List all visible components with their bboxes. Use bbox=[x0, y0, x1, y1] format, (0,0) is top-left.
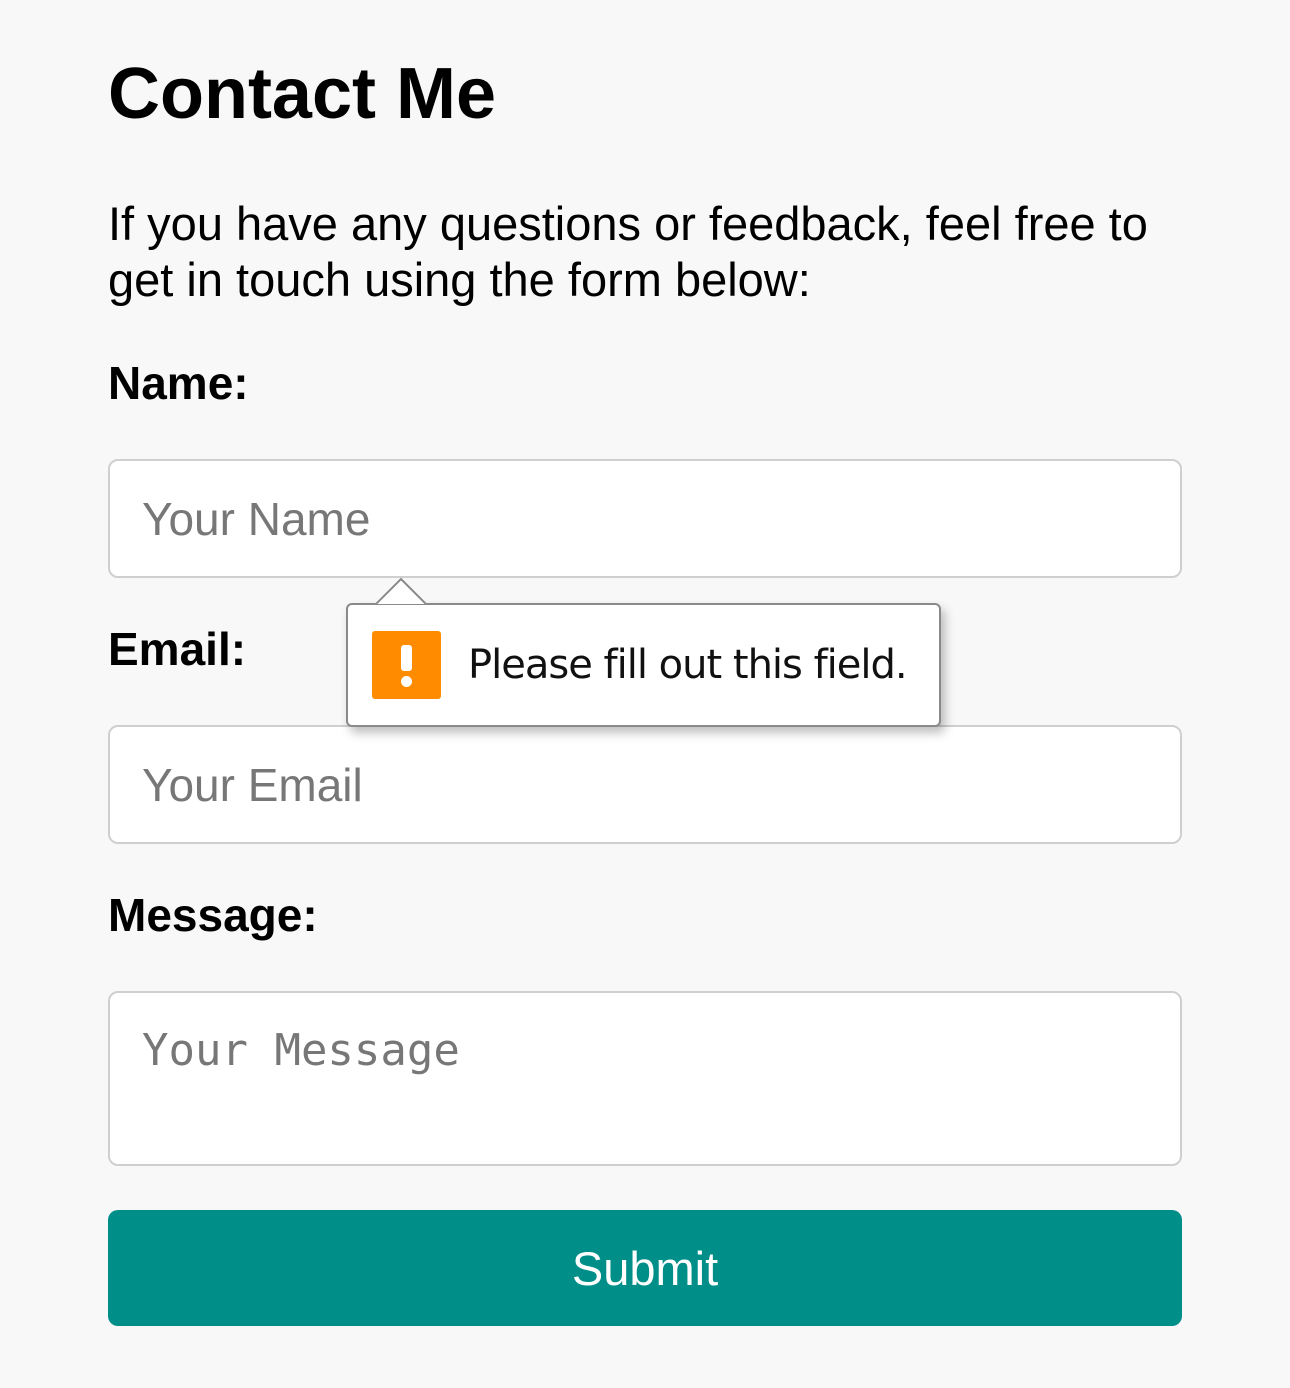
name-input[interactable] bbox=[108, 459, 1182, 578]
intro-text: If you have any questions or feedback, f… bbox=[108, 197, 1148, 306]
email-label: Email: bbox=[108, 623, 247, 675]
message-textarea[interactable] bbox=[108, 991, 1182, 1166]
validation-tooltip: Please fill out this field. bbox=[346, 603, 941, 727]
email-input[interactable] bbox=[108, 725, 1182, 844]
tooltip-arrow bbox=[376, 578, 426, 605]
validation-message: Please fill out this field. bbox=[468, 642, 908, 688]
contact-page: Contact Me If you have any questions or … bbox=[0, 0, 1290, 1388]
warning-icon bbox=[372, 631, 441, 699]
message-label: Message: bbox=[108, 889, 318, 941]
submit-button[interactable]: Submit bbox=[108, 1210, 1182, 1326]
name-label: Name: bbox=[108, 357, 249, 409]
page-title: Contact Me bbox=[108, 54, 497, 134]
